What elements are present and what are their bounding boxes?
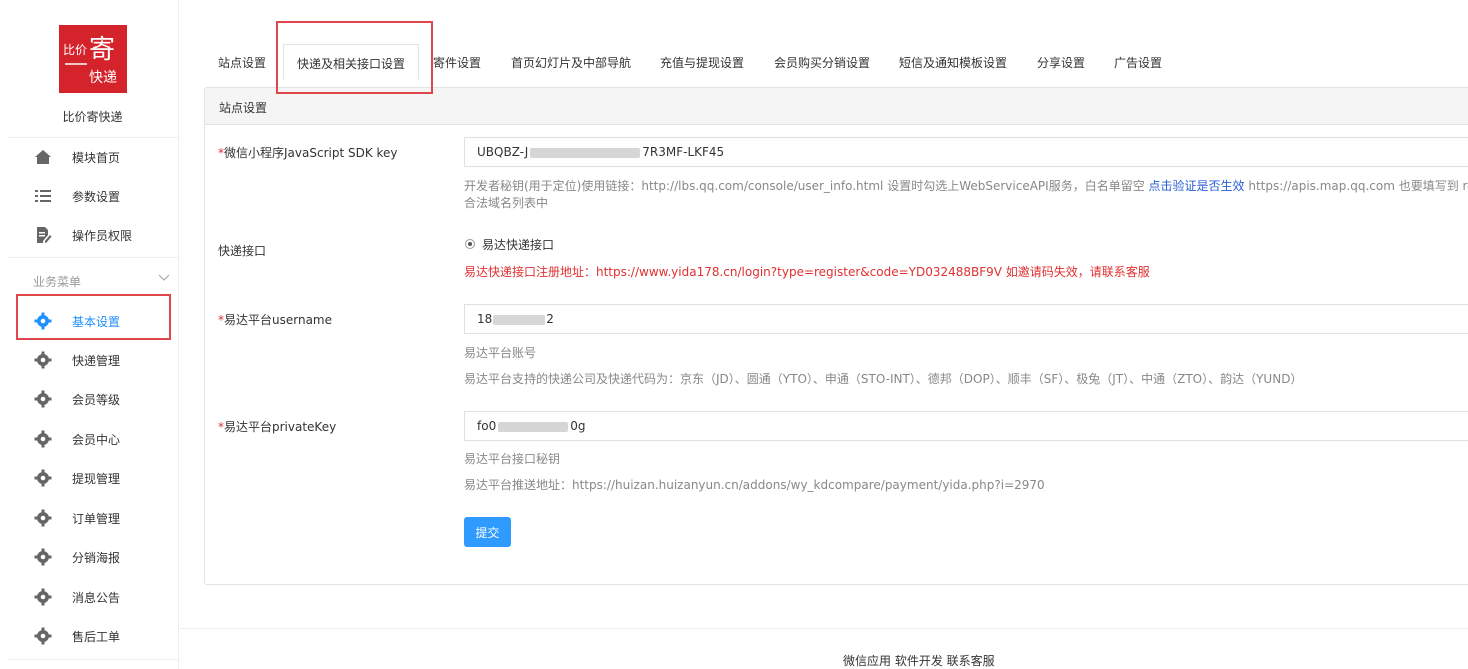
logo-stroke	[65, 63, 87, 65]
logo-text-big: 寄	[89, 35, 116, 65]
sidebar-item-announcements[interactable]: 消息公告	[0, 583, 178, 611]
express-api-label: 快递接口	[218, 244, 267, 258]
logo: 比价 寄 快递	[59, 25, 127, 93]
sdk-key-value-suffix: 7R3MF-LKF45	[642, 145, 725, 159]
sidebar-item-withdraw-management[interactable]: 提现管理	[0, 464, 178, 492]
private-key-value-suffix: 0g	[570, 419, 586, 433]
highlight-box-sidebar	[16, 294, 171, 340]
sidebar-item-member-center[interactable]: 会员中心	[0, 425, 178, 453]
submit-button[interactable]: 提交	[464, 517, 511, 547]
username-value-prefix: 18	[477, 312, 493, 326]
chevron-down-icon[interactable]	[158, 272, 170, 285]
sdk-key-label: *微信小程序JavaScript SDK key	[218, 144, 398, 161]
sidebar-item-label: 快递管理	[72, 354, 121, 368]
gear-icon	[34, 509, 52, 527]
tab-label: 首页幻灯片及中部导航	[511, 56, 632, 70]
tab-label: 站点设置	[218, 56, 267, 70]
app-name: 比价寄快递	[62, 110, 123, 124]
sidebar-item-label: 模块首页	[72, 151, 121, 165]
gear-icon	[34, 430, 52, 448]
username-value-suffix: 2	[546, 312, 554, 326]
tab-label: 分享设置	[1037, 56, 1086, 70]
home-icon	[34, 148, 52, 166]
menu-group-title[interactable]: 业务菜单	[33, 273, 81, 290]
sdk-key-help-line2: 合法域名列表中	[464, 196, 549, 210]
sidebar-item-params[interactable]: 参数设置	[0, 182, 178, 210]
sdk-key-help-text-2: https://apis.map.qq.com 也要填写到 requ	[1244, 179, 1468, 193]
sidebar-item-express-management[interactable]: 快递管理	[0, 346, 178, 374]
edit-doc-icon	[34, 226, 52, 244]
tab-label: 寄件设置	[433, 56, 482, 70]
sidebar-item-label: 会员中心	[72, 433, 121, 447]
gear-icon	[34, 548, 52, 566]
sidebar-item-operator-permissions[interactable]: 操作员权限	[0, 221, 178, 249]
panel-title: 站点设置	[219, 101, 268, 115]
sdk-key-help: 开发者秘钥(用于定位)使用链接：http://lbs.qq.com/consol…	[464, 177, 1468, 194]
sdk-key-label-text: 微信小程序JavaScript SDK key	[224, 146, 398, 160]
tab-label: 会员购买分销设置	[774, 56, 871, 70]
sidebar-item-label: 操作员权限	[72, 229, 133, 243]
highlight-box-tab	[276, 21, 433, 94]
username-label: *易达平台username	[218, 311, 332, 328]
username-help-carriers: 易达平台支持的快递公司及快递代码为：京东（JD）、圆通（YTO）、申通（STO-…	[464, 372, 1303, 386]
redacted-blur	[493, 314, 546, 325]
sidebar-item-label: 分销海报	[72, 551, 121, 565]
sidebar-item-member-level[interactable]: 会员等级	[0, 385, 178, 413]
sidebar-item-label: 会员等级	[72, 393, 121, 407]
private-key-input[interactable]: fo0 0g	[464, 411, 1468, 441]
divider	[8, 257, 178, 258]
express-api-notice: 易达快递接口注册地址：https://www.yida178.cn/login?…	[464, 265, 1150, 279]
sidebar-item-label: 订单管理	[72, 512, 121, 526]
sidebar-item-distribution-poster[interactable]: 分销海报	[0, 543, 178, 571]
sidebar-item-order-management[interactable]: 订单管理	[0, 504, 178, 532]
footer-divider	[180, 628, 1468, 629]
redacted-blur	[530, 147, 641, 158]
divider	[8, 659, 178, 660]
gear-icon	[34, 588, 52, 606]
sdk-key-value-prefix: UBQBZ-J	[477, 145, 529, 159]
private-key-value-prefix: fo0	[477, 419, 497, 433]
username-input[interactable]: 18 2	[464, 304, 1468, 334]
private-key-label: *易达平台privateKey	[218, 418, 336, 435]
sidebar-item-after-sales[interactable]: 售后工单	[0, 622, 178, 650]
gear-icon	[34, 390, 52, 408]
logo-text-small: 比价	[63, 43, 88, 57]
list-icon	[34, 187, 52, 205]
sdk-key-input[interactable]: UBQBZ-J 7R3MF-LKF45	[464, 137, 1468, 167]
verify-link[interactable]: 点击验证是否生效	[1149, 179, 1245, 193]
sidebar-item-home[interactable]: 模块首页	[0, 143, 178, 171]
tab-label: 广告设置	[1114, 56, 1163, 70]
footer-links: 微信应用 软件开发 联系客服	[843, 654, 995, 668]
sidebar-item-label: 售后工单	[72, 630, 121, 644]
gear-icon	[34, 627, 52, 645]
express-api-option[interactable]: 易达快递接口	[482, 236, 554, 253]
tab-label: 短信及通知模板设置	[899, 56, 1008, 70]
username-label-text: 易达平台username	[224, 313, 332, 327]
private-key-help: 易达平台接口秘钥	[464, 452, 561, 466]
username-help: 易达平台账号	[464, 346, 537, 360]
sidebar-item-label: 消息公告	[72, 591, 121, 605]
express-api-radio[interactable]	[465, 239, 475, 249]
private-key-label-text: 易达平台privateKey	[224, 420, 337, 434]
private-key-help-push-url: 易达平台推送地址：https://huizan.huizanyun.cn/add…	[464, 478, 1045, 492]
redacted-blur	[498, 421, 569, 432]
logo-text-bottom: 快递	[89, 70, 117, 86]
sdk-key-help-text: 开发者秘钥(用于定位)使用链接：http://lbs.qq.com/consol…	[464, 179, 1149, 193]
gear-icon	[34, 351, 52, 369]
divider	[8, 137, 178, 138]
gear-icon	[34, 469, 52, 487]
tab-label: 充值与提现设置	[660, 56, 745, 70]
sidebar-item-label: 参数设置	[72, 190, 121, 204]
sidebar-item-label: 提现管理	[72, 472, 121, 486]
